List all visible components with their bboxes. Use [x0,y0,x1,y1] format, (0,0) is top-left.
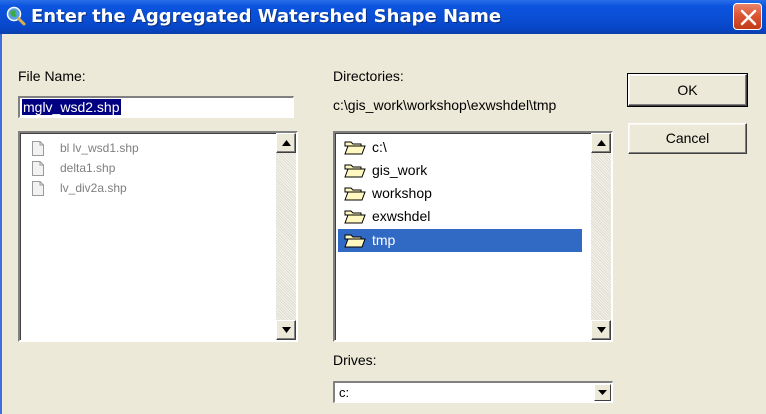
current-path: c:\gis_work\workshop\exwshdel\tmp [333,97,557,113]
file-name-value: mglv_wsd2.shp [22,99,121,115]
document-icon [32,181,44,196]
dialog-title: Enter the Aggregated Watershed Shape Nam… [31,6,502,27]
directory-name: exwshdel [372,208,431,224]
list-item[interactable]: c:\ [338,136,582,159]
list-item[interactable]: exwshdel [338,205,582,228]
directory-name: c:\ [372,139,387,155]
open-folder-icon [344,187,366,201]
open-folder-icon [344,141,366,155]
file-name-label: File Name: [18,68,86,84]
open-folder-icon [344,210,366,224]
dropdown-button[interactable] [594,384,611,401]
directory-list[interactable]: c:\ gis_work workshop exwshdel tmp [333,131,613,342]
chevron-down-icon [598,390,607,395]
file-list-scrollbar[interactable] [276,133,296,340]
arrow-up-icon [282,140,291,146]
directories-label: Directories: [333,68,404,84]
magnifier-globe-icon [6,6,26,26]
close-icon [740,9,757,26]
arrow-down-icon [597,327,606,333]
drives-dropdown[interactable]: c: [333,381,613,403]
scroll-down-button[interactable] [591,320,611,340]
directory-list-scrollbar[interactable] [591,133,611,340]
file-list[interactable]: bl lv_wsd1.shp delta1.shp lv_div2a.shp [18,131,298,342]
list-item-selected[interactable]: tmp [338,229,582,252]
file-name-input[interactable]: mglv_wsd2.shp [18,96,294,118]
file-name: delta1.shp [60,161,116,175]
arrow-down-icon [282,327,291,333]
open-folder-icon [344,234,366,248]
document-icon [32,141,44,156]
open-folder-icon [344,164,366,178]
scroll-track[interactable] [591,153,611,320]
directory-name: tmp [372,232,396,248]
cancel-button[interactable]: Cancel [628,123,747,154]
ok-button[interactable]: OK [627,73,748,107]
list-item[interactable]: workshop [338,182,582,205]
close-button[interactable] [733,3,762,30]
scroll-track[interactable] [276,153,296,320]
scroll-up-button[interactable] [591,133,611,153]
scroll-down-button[interactable] [276,320,296,340]
document-icon [32,161,44,176]
drive-value: c: [339,385,350,400]
directory-name: workshop [372,185,432,201]
list-item[interactable]: gis_work [338,159,582,182]
directory-name: gis_work [372,162,428,178]
title-bar[interactable]: Enter the Aggregated Watershed Shape Nam… [0,0,766,34]
scroll-up-button[interactable] [276,133,296,153]
drives-label: Drives: [333,352,377,368]
file-name: lv_div2a.shp [60,181,127,195]
dialog-window: Enter the Aggregated Watershed Shape Nam… [0,0,766,414]
file-name: bl lv_wsd1.shp [60,141,139,155]
arrow-up-icon [597,140,606,146]
